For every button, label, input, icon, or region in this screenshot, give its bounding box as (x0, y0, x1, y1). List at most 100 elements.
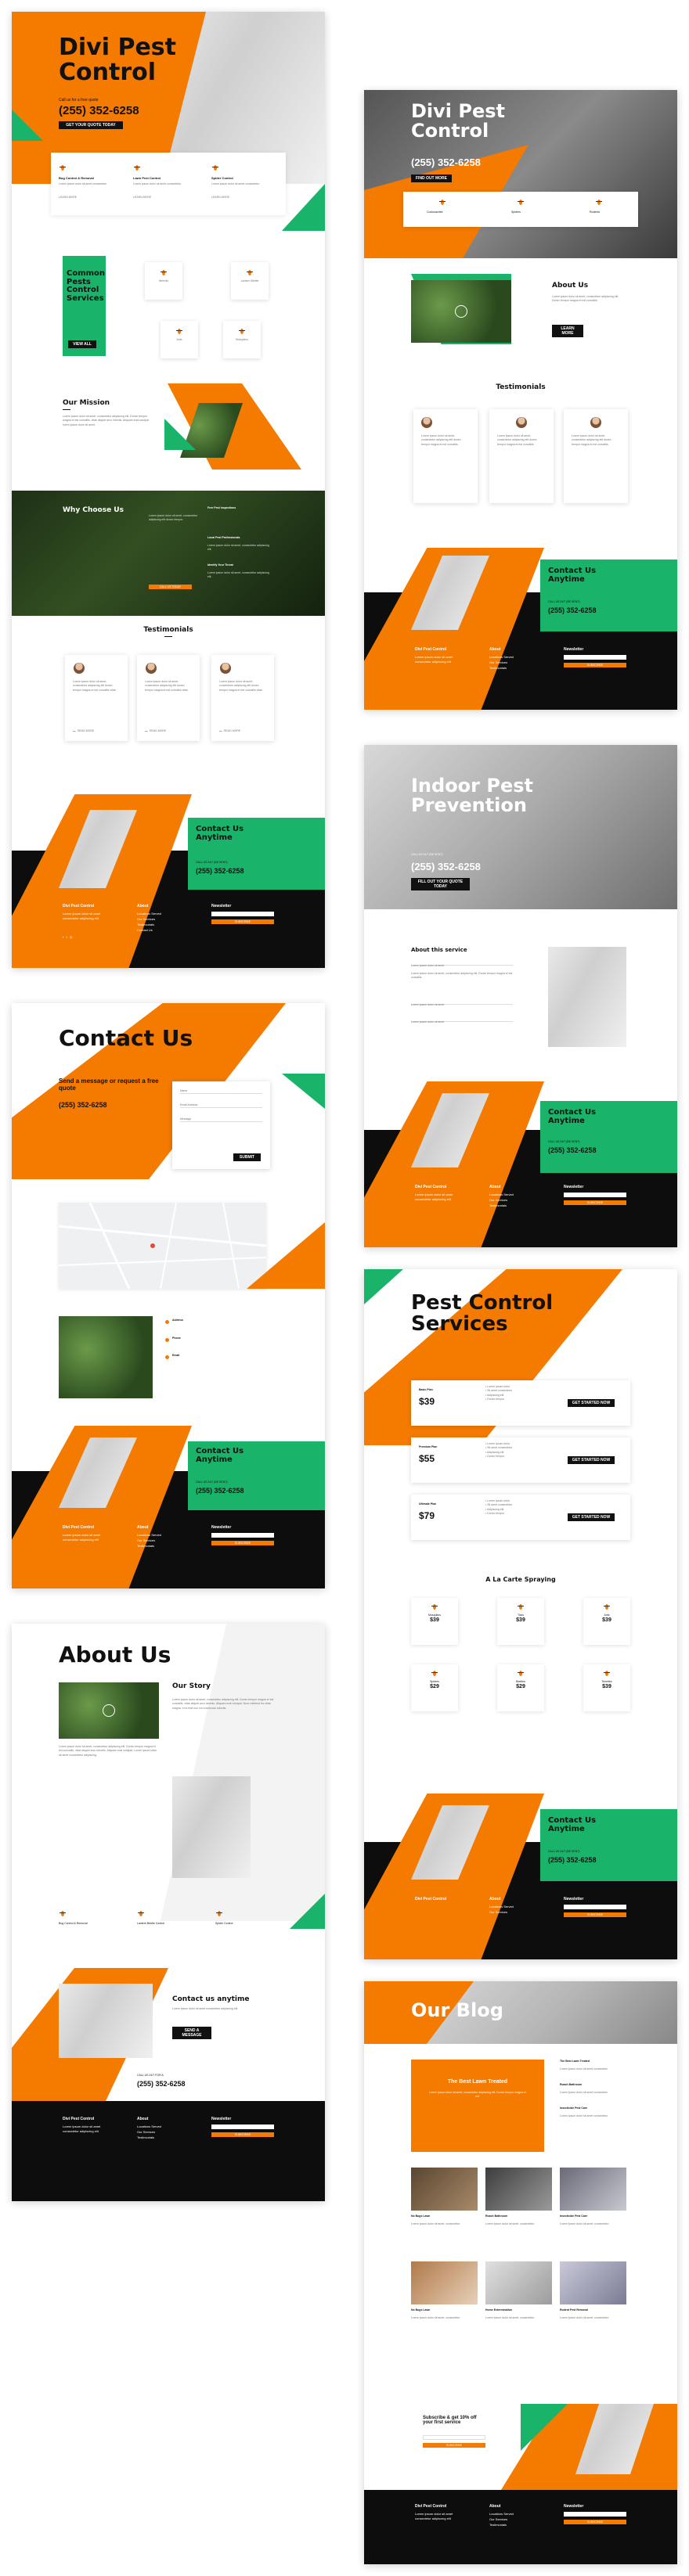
accordion-item[interactable]: Lorem ipsum dolor sit amet (411, 1013, 513, 1024)
newsletter-button[interactable]: SUBSCRIBE (211, 2132, 274, 2137)
service-tile[interactable]: Mosquitos (223, 321, 261, 358)
ala-item[interactable]: Beetles $29 (497, 1664, 544, 1711)
footer-link[interactable]: Testimonials (137, 1544, 154, 1549)
service-tile[interactable]: Ants (161, 321, 198, 358)
ala-item[interactable]: Spiders $29 (411, 1664, 458, 1711)
footer-link[interactable]: Testimonials (489, 2523, 507, 2527)
blog-post-title[interactable]: Insecticide Pest Care (560, 2214, 587, 2218)
newsletter-input[interactable] (211, 2124, 274, 2129)
testimonial-card: Lorem ipsum dolor sit amet, consectetur … (137, 655, 200, 741)
footer-link[interactable]: Locations Served (489, 1193, 514, 1197)
blog-thumb[interactable] (411, 2261, 478, 2304)
play-icon[interactable] (103, 1704, 115, 1717)
blog-post-title[interactable]: Roach Bathroom (485, 2214, 507, 2218)
services-button[interactable]: VIEW ALL (68, 340, 96, 348)
subscribe-input[interactable] (423, 2435, 485, 2440)
footer-link[interactable]: Our Services (489, 660, 507, 665)
newsletter-button[interactable]: SUBSCRIBE (564, 1912, 626, 1917)
newsletter-input[interactable] (564, 655, 626, 660)
newsletter-input[interactable] (564, 1193, 626, 1197)
feature-link[interactable]: LEARN MORE (211, 196, 229, 200)
ala-item[interactable]: Ticks $39 (497, 1598, 544, 1645)
footer-link[interactable]: Locations Served (137, 2124, 161, 2129)
sidebar-post[interactable]: The Best Lawn Treated (560, 2060, 630, 2063)
landing-about-button[interactable]: LEARN MORE (552, 325, 583, 337)
footer-link[interactable]: Our Services (137, 1538, 155, 1543)
service-tile[interactable]: Lantern Beetle (231, 262, 269, 300)
subscribe-button[interactable]: SUBSCRIBE (423, 2443, 485, 2448)
newsletter-input[interactable] (564, 1905, 626, 1909)
blog-post-title[interactable]: Rodent Pest Removal (560, 2308, 588, 2312)
blog-thumb[interactable] (560, 2261, 626, 2304)
footer-link[interactable]: Locations Served (489, 2512, 514, 2517)
testimonial-link[interactable]: READ MORE (224, 729, 240, 733)
about-title: About Us (59, 1642, 171, 1668)
footer-link[interactable]: Locations Served (489, 1905, 514, 1909)
plan-name: Basic Plan (419, 1388, 433, 1391)
newsletter-input[interactable] (564, 2512, 626, 2517)
blog-thumb[interactable] (485, 2261, 552, 2304)
feature-link[interactable]: LEARN MORE (133, 196, 151, 200)
feature-title: Lantern Beetle Control (137, 1922, 165, 1925)
testimonial-link[interactable]: READ MORE (78, 729, 94, 733)
footer-link[interactable]: Our Services (489, 2517, 507, 2522)
landing-about-heading: About Us (552, 282, 589, 290)
ala-item[interactable]: Termites $39 (583, 1664, 630, 1711)
footer-link[interactable]: Locations Served (137, 1533, 161, 1538)
footer-link[interactable]: Our Services (489, 1198, 507, 1203)
service-cta-button[interactable]: FILL OUT YOUR QUOTE TODAY (411, 878, 470, 890)
testimonial-link[interactable]: READ MORE (150, 729, 166, 733)
accordion-item[interactable]: Lorem ipsum dolor sit amet (411, 995, 513, 1006)
featured-post[interactable]: The Best Lawn Treated Lorem ipsum dolor … (411, 2060, 544, 2152)
ala-item[interactable]: Mosquitos $39 (411, 1598, 458, 1645)
newsletter-input[interactable] (211, 912, 274, 916)
newsletter-button[interactable]: SUBSCRIBE (211, 919, 274, 924)
tick-icon (517, 1603, 525, 1610)
form-field-name[interactable]: Name (180, 1089, 262, 1095)
feature-link[interactable]: LEARN MORE (59, 196, 77, 200)
landing-cta-button[interactable]: FIND OUT MORE (411, 174, 452, 182)
landing-video[interactable] (411, 280, 511, 343)
newsletter-button[interactable]: SUBSCRIBE (211, 1541, 274, 1545)
service-tile[interactable]: Weevils (145, 262, 182, 300)
blog-thumb[interactable] (485, 2168, 552, 2211)
footer-link[interactable]: Testimonials (137, 923, 154, 927)
newsletter-button[interactable]: SUBSCRIBE (564, 663, 626, 667)
footer-link[interactable]: Our Services (137, 917, 155, 922)
newsletter-button[interactable]: SUBSCRIBE (564, 1200, 626, 1205)
play-icon[interactable] (455, 305, 467, 318)
landing-testimonials-heading: Testimonials (496, 383, 546, 391)
map[interactable] (58, 1202, 267, 1290)
sidebar-post[interactable]: Roach Bathroom (560, 2083, 630, 2087)
social-icons[interactable]: f t ◎ (63, 935, 72, 940)
form-field-email[interactable]: Email Address (180, 1103, 262, 1109)
blog-post-title[interactable]: No Bugs Lawn (411, 2214, 430, 2218)
footer-link[interactable]: Locations Served (137, 912, 161, 916)
about-video[interactable] (59, 1682, 159, 1739)
newsletter-button[interactable]: SUBSCRIBE (564, 2520, 626, 2524)
footer-link[interactable]: Our Services (489, 1910, 507, 1915)
footer-link[interactable]: Testimonials (489, 1203, 507, 1208)
blog-post-title[interactable]: No Bugs Lawn (411, 2308, 430, 2312)
form-field-message[interactable]: Message (180, 1117, 262, 1123)
accordion-item[interactable]: Lorem ipsum dolor sit amet (411, 956, 513, 967)
blog-thumb[interactable] (411, 2168, 478, 2211)
send-message-button[interactable]: SEND A MESSAGE (172, 2027, 211, 2039)
blog-post-title[interactable]: Home Extermination (485, 2308, 512, 2312)
cta-heading: Contact Us Anytime (548, 1108, 597, 1125)
blog-thumb[interactable] (560, 2168, 626, 2211)
footer-link[interactable]: Testimonials (489, 666, 507, 671)
newsletter-input[interactable] (211, 1533, 274, 1538)
form-submit-button[interactable]: SUBMIT (233, 1153, 261, 1161)
plan-button[interactable]: GET STARTED NOW (568, 1513, 615, 1521)
footer-link[interactable]: Testimonials (137, 2135, 154, 2140)
sidebar-post[interactable]: Insecticide Pest Care (560, 2106, 630, 2110)
why-button[interactable]: CALL US TODAY (149, 585, 192, 589)
plan-button[interactable]: GET STARTED NOW (568, 1399, 615, 1407)
footer-link[interactable]: Our Services (137, 2130, 155, 2135)
ala-item[interactable]: Ants $39 (583, 1598, 630, 1645)
footer-link[interactable]: Locations Served (489, 655, 514, 660)
hero-cta-button[interactable]: GET YOUR QUOTE TODAY (59, 121, 123, 129)
plan-button[interactable]: GET STARTED NOW (568, 1456, 615, 1464)
footer-link[interactable]: Contact Us (137, 928, 153, 933)
